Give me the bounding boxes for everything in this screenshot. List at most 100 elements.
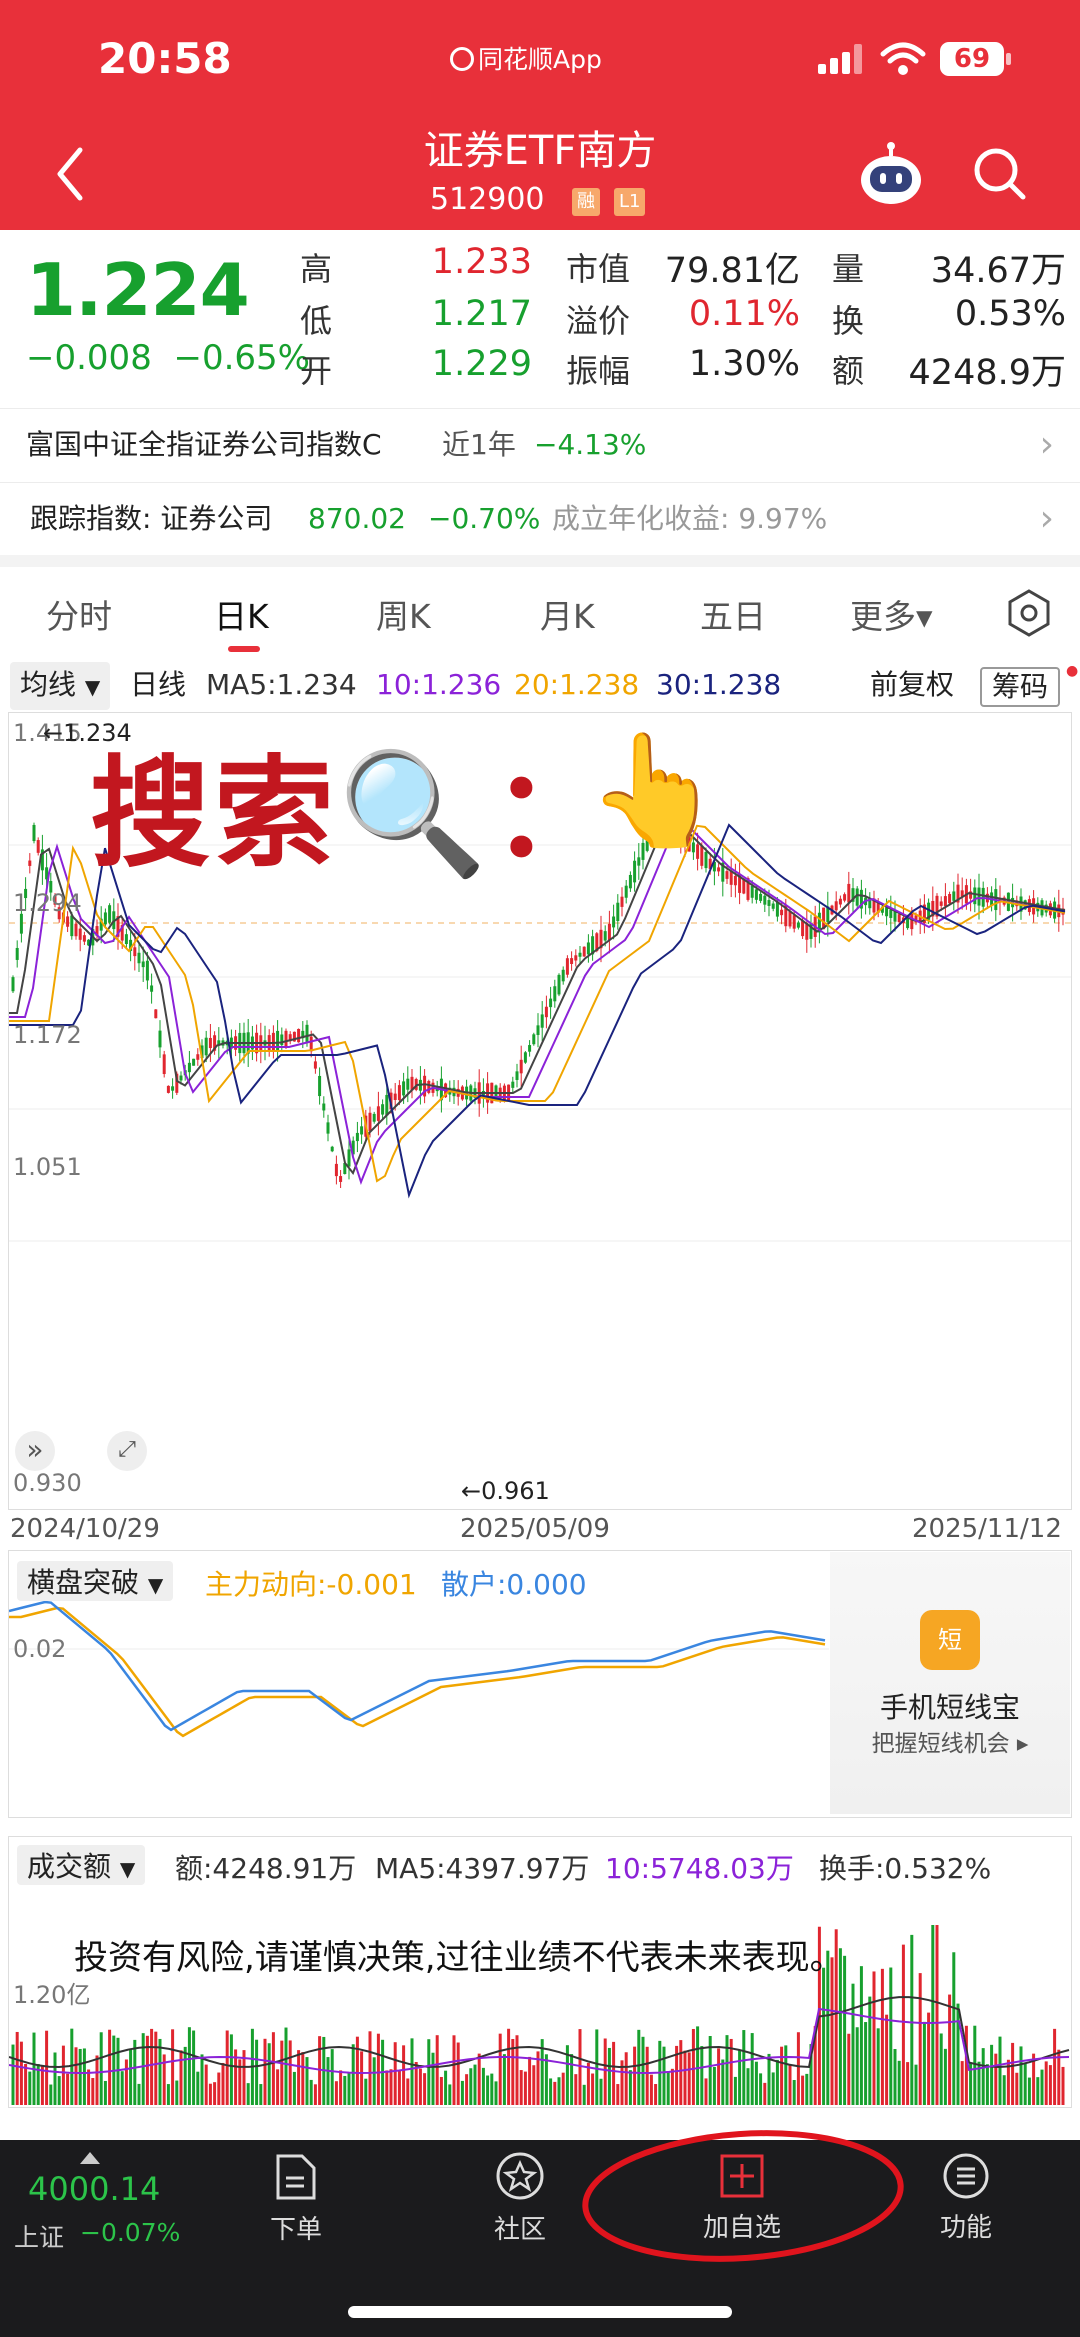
retail-value: 散户:0.000 [441,1568,587,1601]
tab-five-day[interactable]: 五日 [700,590,766,638]
volume-bar [607,2047,611,2105]
status-app-label: 同花顺App [478,45,602,74]
date-start: 2024/10/29 [10,1514,160,1544]
volume-bar [990,2044,994,2105]
volume-bar [532,2065,536,2105]
volume-bar [452,2035,456,2105]
hexagon-settings-icon[interactable] [1005,588,1053,638]
active-tab-indicator [228,646,260,652]
volume-bar [612,2041,616,2105]
volume-bar [1040,2069,1044,2105]
fund-link-row[interactable]: 富国中证全指证券公司指数C 近1年 −4.13% › [0,408,1080,480]
volume-bar [599,2078,603,2105]
candle [721,847,725,897]
volume-bar [885,2014,889,2105]
volume-bar [1053,2028,1057,2105]
volume-bar [868,1996,872,2105]
date-axis: 2024/10/29 2025/05/09 2025/11/12 [0,1510,1080,1550]
volume-type-label: 成交额 [27,1850,112,1883]
volume-ma10: 10:5748.03万 [605,1852,794,1885]
tab-weekly[interactable]: 周K [376,590,431,638]
adjust-mode-button[interactable]: 前复权 [870,662,954,708]
tab-intraday[interactable]: 分时 [46,590,112,638]
volume-bar [943,2048,947,2105]
volume-bar [855,2027,859,2105]
tab-more[interactable]: 更多▾ [850,590,933,638]
volume-bar [465,2074,469,2105]
amount-label: 额 [832,352,865,390]
volume-bar [473,2064,477,2105]
volume-bar [767,2053,771,2105]
fullscreen-icon[interactable]: ⤢ [107,1431,147,1471]
candle [536,1013,540,1048]
main-force-line [9,1606,826,1738]
volume-bar [259,2084,263,2105]
volume-bar [1002,2075,1006,2105]
tracking-index-row[interactable]: 跟踪指数: 证券公司 870.02 −0.70% 成立年化收益: 9.97% › [0,482,1080,554]
volume-bar [78,2048,82,2105]
retail-line [9,1600,826,1732]
volume-type-select[interactable]: 成交额 ▼ [17,1845,146,1885]
tab-daily[interactable]: 日K [214,590,269,638]
volume-bar [192,2030,196,2105]
section-divider [0,555,1080,567]
candle [565,955,569,978]
volume-bar [187,2027,191,2105]
volume-bar [586,2062,590,2105]
candle [36,837,40,856]
expand-up-icon[interactable] [80,2152,100,2164]
volume-bar [469,2068,473,2105]
volume-bar [343,2075,347,2105]
y-axis-2: 1.172 [13,1021,82,1049]
candle [427,1079,431,1095]
volume-bar [830,1957,834,2105]
volume-bar [1044,2061,1048,2105]
candle [561,966,565,985]
volume-bar [28,2071,32,2105]
indicator-select[interactable]: 横盘突破 ▼ [17,1561,174,1601]
candle [549,986,553,1019]
tab-monthly[interactable]: 月K [540,590,595,638]
candle [717,862,721,877]
high-label: 高 [300,250,333,288]
chips-button[interactable]: 筹码 [980,667,1061,707]
candle [372,1111,376,1124]
ma10-value: 10:1.236 [376,668,502,701]
index-pct: −0.07% [80,2218,181,2247]
volume-bar [410,2038,414,2105]
volume-bar [385,2070,389,2105]
candle [318,1067,322,1105]
candle [859,879,863,919]
candle [406,1066,410,1103]
volume-bar [889,1967,893,2105]
candle [192,1058,196,1066]
expand-icon[interactable]: » [15,1431,55,1471]
promo-card[interactable]: 短 手机短线宝 把握短线机会 ▸ [830,1552,1070,1814]
volume-bar [649,2074,653,2105]
volume-bar [301,2052,305,2105]
volume-bar [557,2077,561,2105]
volume-bar [666,2071,670,2105]
volume-bar [788,2064,792,2105]
volume-bar [754,2061,758,2105]
fund-return: −4.13% [534,428,647,461]
robot-assistant-icon[interactable] [858,140,924,206]
functions-button[interactable]: 功能 [916,2140,1016,2244]
candle [826,891,830,937]
indicator-select[interactable]: 均线 ▼ [10,662,111,710]
volume-bar [981,2048,985,2105]
volume-bar [591,2073,595,2105]
volume-bar [906,2062,910,2105]
candle [284,1028,288,1049]
volume-bar [704,2078,708,2105]
volume-bar [133,2039,137,2105]
search-icon[interactable] [970,144,1028,202]
order-button[interactable]: 下单 [246,2140,346,2246]
volume-bar [423,2073,427,2105]
caret-down-icon: ▼ [147,1573,164,1597]
high-value: 1.233 [431,242,532,282]
volume-bar [687,2052,691,2105]
candle [334,1155,338,1185]
community-button[interactable]: 社区 [470,2140,570,2246]
candle [582,946,586,957]
